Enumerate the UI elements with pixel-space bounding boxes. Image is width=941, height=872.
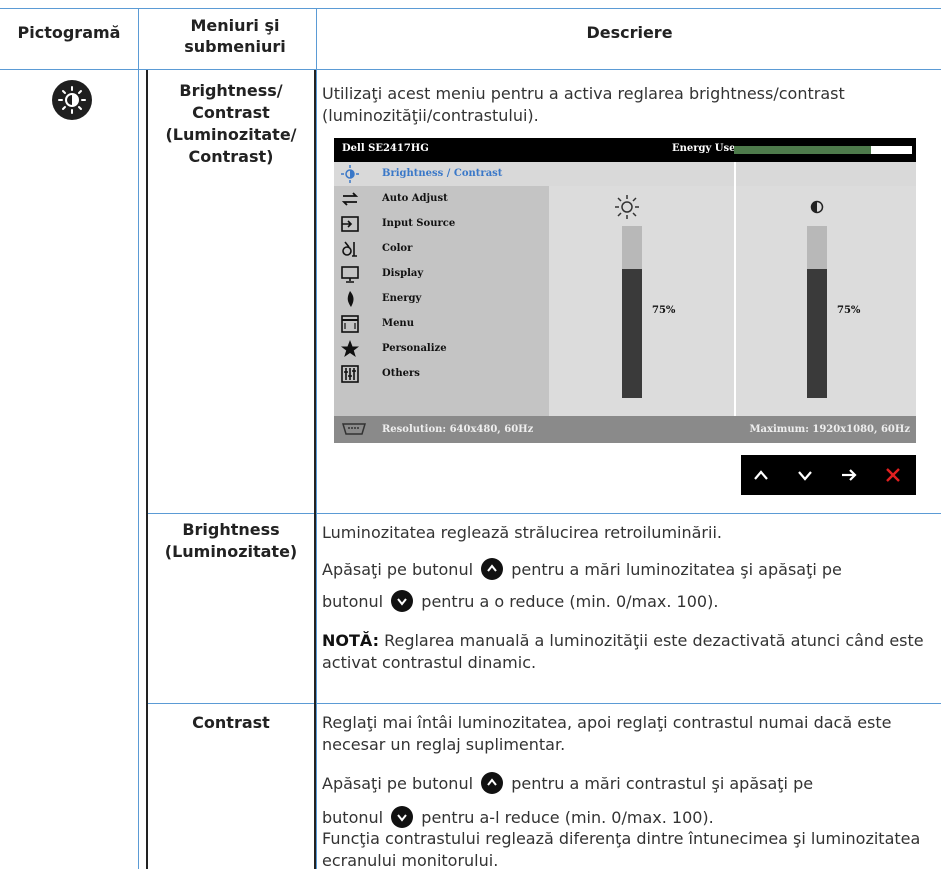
row1-bottom-border: [148, 513, 941, 514]
col-divider-2: [316, 8, 317, 869]
col-divider-1-dark: [146, 70, 148, 869]
up-button-icon: [481, 558, 504, 580]
row2-p2b: pentru a mări luminozitatea şi apăsaţi p…: [511, 560, 842, 579]
note-label: NOTĂ:: [322, 631, 379, 650]
osd-adjust-panel: [549, 186, 916, 416]
row3-p2a: Apăsaţi pe butonul: [322, 774, 474, 793]
row2-title: Brightness (Luminozitate): [164, 520, 298, 561]
row3-title: Contrast: [192, 713, 270, 732]
down-button-icon: [391, 590, 414, 612]
row3-para1: Reglaţi mai întâi luminozitatea, apoi re…: [322, 713, 892, 754]
row2-note: NOTĂ: Reglarea manuală a luminozităţii e…: [322, 630, 940, 674]
up-arrow-icon[interactable]: [749, 463, 773, 487]
brightness-slider-fill: [622, 269, 642, 398]
energy-use-meter: [734, 146, 912, 154]
row1-title: Brightness/ Contrast (Luminozitate/ Cont…: [165, 81, 297, 166]
energy-use-fill: [734, 146, 872, 154]
row2-p2c: butonul: [322, 592, 384, 611]
col-divider-1: [138, 8, 139, 869]
osd-menu-item[interactable]: Personalize: [334, 337, 549, 362]
osd-resolution: Resolution: 640x480, 60Hz: [382, 424, 534, 435]
osd-menu-item-label: Auto Adjust: [382, 193, 448, 204]
row2-para1: Luminozitatea reglează strălucirea retro…: [322, 523, 722, 542]
osd-title-bar: Dell SE2417HG Energy Use: [334, 138, 916, 162]
note-text: Reglarea manuală a luminozităţii este de…: [322, 631, 924, 672]
energy-icon: [347, 291, 354, 307]
osd-menu-item-label: Others: [382, 368, 420, 379]
osd-menu-item-label: Energy: [382, 293, 422, 304]
row1-description: Utilizaţi acest meniu pentru a activa re…: [322, 84, 845, 125]
osd-menu-item[interactable]: Brightness / Contrast: [334, 162, 549, 187]
osd-energy-label: Energy Use: [672, 143, 736, 154]
color-icon: [342, 241, 357, 257]
brightness-icon: [341, 165, 359, 183]
header-menu-col: Meniuri şi submeniuri: [184, 16, 286, 56]
osd-menu-item[interactable]: Input Source: [334, 212, 549, 237]
contrast-slider[interactable]: [807, 226, 827, 398]
brightness-contrast-icon: [52, 80, 92, 120]
row2-p2a: Apăsaţi pe butonul: [322, 560, 474, 579]
osd-screenshot: Dell SE2417HG Energy Use Brightness / Co…: [334, 138, 916, 443]
row2-bottom-border: [148, 703, 941, 704]
display-icon: [341, 266, 359, 283]
osd-menu-item[interactable]: Auto Adjust: [334, 187, 549, 212]
star-icon: [341, 340, 359, 357]
row3-p2c: butonul: [322, 808, 384, 827]
auto-adjust-icon: [341, 192, 359, 206]
input-source-icon: [341, 216, 359, 232]
row3-p2b: pentru a mări contrastul şi apăsaţi pe: [511, 774, 814, 793]
brightness-slider[interactable]: [622, 226, 642, 398]
header-desc-col: Descriere: [586, 23, 673, 42]
row3-para2-line2: butonul pentru a-l reduce (min. 0/max. 1…: [322, 806, 941, 829]
vga-connector-icon: [342, 423, 366, 435]
osd-menu-item-label: Personalize: [382, 343, 447, 354]
contrast-value: 75%: [837, 305, 861, 316]
sliders-icon: [341, 365, 359, 383]
sun-icon: [615, 195, 639, 219]
osd-menu-item-label: Color: [382, 243, 413, 254]
down-arrow-icon[interactable]: [793, 463, 817, 487]
menu-icon: [341, 315, 359, 333]
brightness-value: 75%: [652, 305, 676, 316]
down-button-icon: [391, 806, 414, 828]
osd-menu-item[interactable]: Energy: [334, 287, 549, 312]
osd-menu-item[interactable]: Color: [334, 237, 549, 262]
row3-para2: Apăsaţi pe butonul pentru a mări contras…: [322, 772, 941, 795]
row2-p2d: pentru a o reduce (min. 0/max. 100).: [421, 592, 719, 611]
contrast-icon: [810, 200, 824, 214]
right-arrow-icon[interactable]: [837, 463, 861, 487]
osd-menu-item-label: Menu: [382, 318, 414, 329]
osd-nav-buttons: [741, 455, 916, 495]
row2-para2: Apăsaţi pe butonul pentru a mări luminoz…: [322, 558, 941, 581]
col-divider-2-dark: [314, 70, 316, 869]
osd-status-bar: Resolution: 640x480, 60Hz Maximum: 1920x…: [334, 416, 916, 443]
osd-max-resolution: Maximum: 1920x1080, 60Hz: [749, 424, 910, 435]
header-icon-col: Pictogramă: [17, 23, 121, 42]
osd-menu-item[interactable]: Display: [334, 262, 549, 287]
table-top-border: [0, 8, 941, 9]
osd-menu-item-label: Brightness / Contrast: [382, 168, 503, 179]
osd-menu-item-label: Input Source: [382, 218, 456, 229]
manual-page: Pictogramă Meniuri şi submeniuri Descrie…: [0, 0, 941, 870]
row3-p2d: pentru a-l reduce (min. 0/max. 100).: [421, 808, 714, 827]
osd-model: Dell SE2417HG: [342, 143, 429, 154]
osd-panel-divider: [734, 162, 736, 416]
header-bottom-border: [0, 69, 941, 70]
row2-para2-line2: butonul pentru a o reduce (min. 0/max. 1…: [322, 590, 941, 613]
close-icon[interactable]: [881, 463, 905, 487]
osd-menu-item[interactable]: Others: [334, 362, 549, 387]
osd-menu-item[interactable]: Menu: [334, 312, 549, 337]
row3-para3: Funcţia contrastului reglează diferenţa …: [322, 829, 921, 870]
up-button-icon: [481, 772, 504, 794]
osd-menu-item-label: Display: [382, 268, 424, 279]
contrast-slider-fill: [807, 269, 827, 398]
